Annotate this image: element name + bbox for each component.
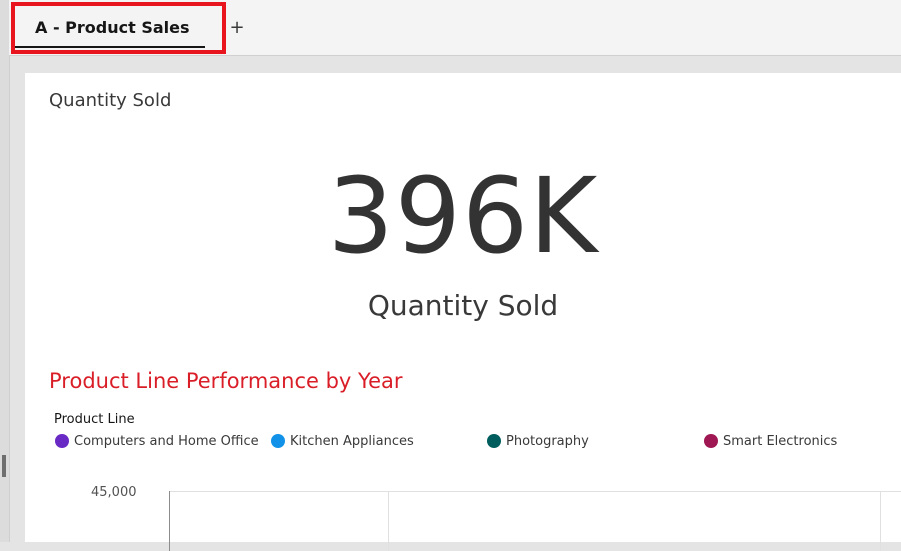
chart-title: Product Line Performance by Year (49, 369, 403, 393)
chart-legend: Computers and Home Office Kitchen Applia… (25, 432, 901, 452)
legend-swatch-icon (704, 434, 718, 448)
gridline-vertical (880, 491, 881, 551)
resize-handle-icon[interactable] (2, 455, 6, 477)
y-axis-line (169, 491, 170, 551)
add-tab-button[interactable]: + (229, 14, 245, 42)
legend-swatch-icon (55, 434, 69, 448)
legend-label: Kitchen Appliances (290, 433, 414, 449)
y-axis-tick: 45,000 (91, 485, 137, 500)
legend-swatch-icon (271, 434, 285, 448)
legend-swatch-icon (487, 434, 501, 448)
left-rail (0, 0, 10, 542)
legend-item-kitchen[interactable]: Kitchen Appliances (271, 432, 414, 450)
legend-item-computers[interactable]: Computers and Home Office (55, 432, 259, 450)
tab-bar: A - Product Sales + (9, 0, 901, 56)
gridline-vertical (388, 491, 389, 551)
legend-title: Product Line (54, 412, 135, 427)
kpi-value: 396K (327, 155, 599, 277)
legend-label: Smart Electronics (723, 433, 838, 449)
dashboard-canvas: Quantity Sold 396K Quantity Sold Product… (25, 73, 901, 551)
tab-highlight-box (11, 2, 226, 54)
legend-label: Photography (506, 433, 589, 449)
legend-item-smart-electronics[interactable]: Smart Electronics (704, 432, 837, 450)
gridline-horizontal (169, 491, 901, 492)
legend-label: Computers and Home Office (74, 433, 259, 449)
kpi-label: Quantity Sold (367, 289, 559, 322)
legend-item-photography[interactable]: Photography (487, 432, 589, 450)
kpi-widget-title: Quantity Sold (49, 90, 172, 111)
